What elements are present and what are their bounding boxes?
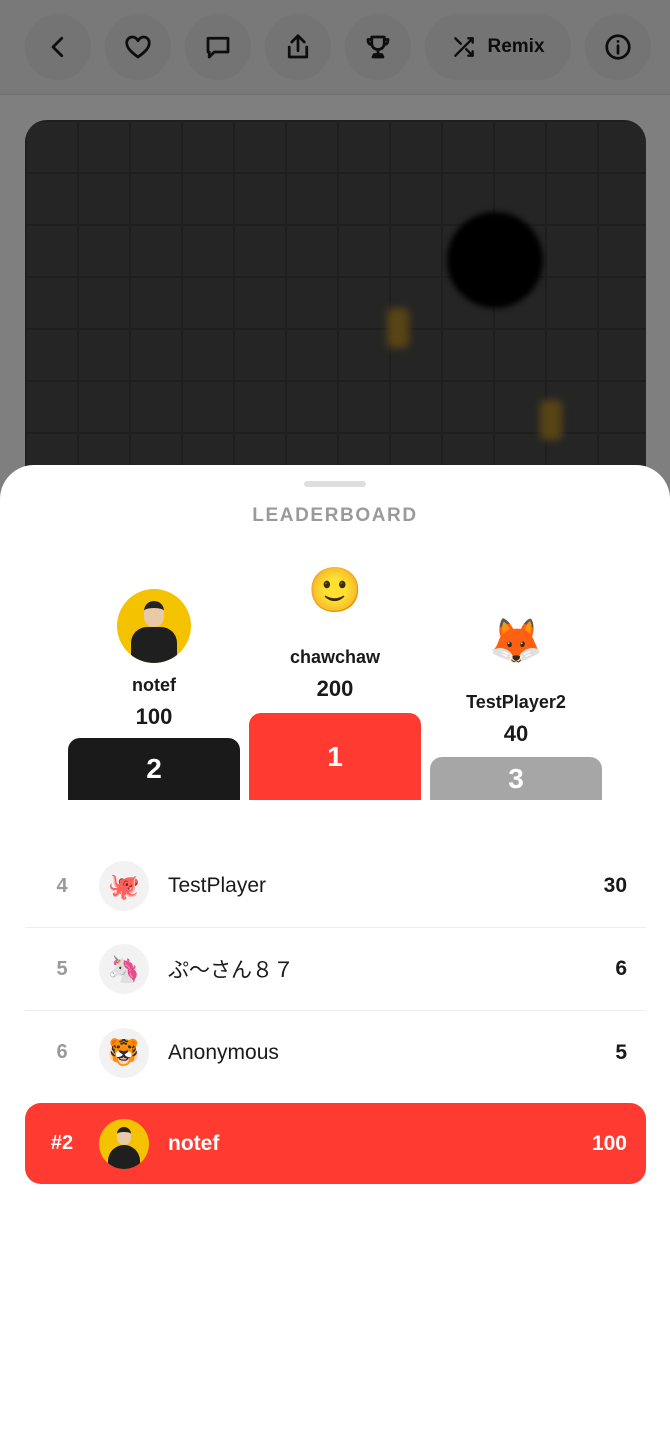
podium-first: 🙂 chawchaw 200	[249, 565, 421, 702]
current-user-rank: #2	[50, 1132, 74, 1154]
leaderboard-title: LEADERBOARD	[252, 505, 418, 526]
player-score: 5	[615, 1040, 627, 1064]
rank-number: 5	[56, 957, 68, 980]
player-score: 30	[603, 874, 627, 897]
player-name: ぷ〜さん８７	[168, 959, 294, 982]
user-avatar	[117, 589, 191, 663]
list-item[interactable]: 4 🐙 TestPlayer 30	[25, 845, 646, 928]
podium-first-name: chawchaw	[289, 647, 381, 667]
podium-second-name: notef	[132, 675, 176, 695]
list-item[interactable]: 6 🐯 Anonymous 5	[25, 1011, 646, 1094]
user-avatar	[99, 1118, 149, 1169]
podium-third-score: 40	[503, 721, 529, 746]
current-user-row[interactable]: #2 notef 100	[25, 1103, 646, 1184]
rank-number: 6	[56, 1041, 68, 1063]
podium-third-block: 3	[430, 757, 602, 800]
player-score: 6	[615, 957, 627, 980]
leaderboard-sheet: LEADERBOARD notef 100 2 🙂 chawchaw 200 1…	[0, 465, 670, 1454]
leaderboard-list: 4 🐙 TestPlayer 30 5 🦄 ぷ〜さん８７ 6 6 🐯 Anony…	[25, 845, 646, 1094]
current-user-name: notef	[168, 1131, 220, 1155]
unicorn-avatar-icon: 🦄	[99, 944, 149, 994]
podium-third: 🦊 TestPlayer2 40	[430, 616, 602, 747]
player-name: Anonymous	[168, 1040, 279, 1064]
podium-second-block: 2	[68, 738, 240, 800]
player-name: TestPlayer	[168, 874, 267, 897]
podium-first-block: 1	[249, 713, 421, 800]
octopus-avatar-icon: 🐙	[99, 861, 149, 911]
smiley-avatar-icon: 🙂	[307, 566, 363, 615]
podium-third-rank: 3	[508, 762, 524, 794]
drag-handle[interactable]	[304, 481, 366, 487]
podium-first-rank: 1	[327, 740, 343, 772]
tiger-avatar-icon: 🐯	[99, 1027, 149, 1078]
fox-avatar-icon: 🦊	[488, 617, 544, 666]
rank-number: 4	[56, 874, 68, 897]
podium-third-name: TestPlayer2	[466, 692, 566, 712]
podium-second-rank: 2	[146, 753, 162, 784]
current-user-score: 100	[591, 1131, 627, 1155]
list-item[interactable]: 5 🦄 ぷ〜さん８７ 6	[25, 928, 646, 1011]
podium-first-score: 200	[316, 676, 354, 701]
podium-second: notef 100	[68, 589, 240, 730]
podium-second-score: 100	[135, 704, 173, 729]
